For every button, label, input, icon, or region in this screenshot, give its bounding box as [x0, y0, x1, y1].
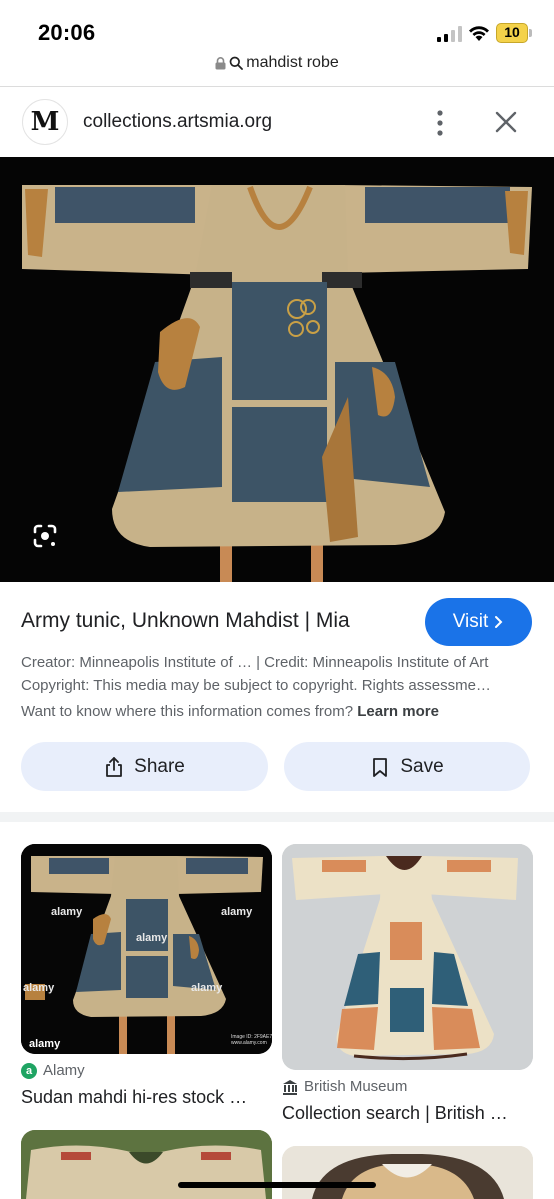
- main-image[interactable]: [0, 157, 554, 582]
- share-icon: [106, 756, 123, 777]
- result-title-british-museum[interactable]: Collection search | British …: [282, 1103, 533, 1124]
- chevron-right-icon: [495, 616, 503, 628]
- visit-label: Visit: [452, 611, 489, 632]
- battery-indicator: 10: [496, 23, 532, 43]
- alamy-watermark: alamy: [51, 906, 83, 918]
- tunic-drawing-image: [282, 1146, 533, 1199]
- site-logo[interactable]: M: [22, 99, 68, 145]
- result-title-alamy[interactable]: Sudan mahdi hi-res stock …: [21, 1087, 272, 1108]
- result-thumbnail-4[interactable]: [282, 1146, 533, 1199]
- save-button[interactable]: Save: [284, 742, 530, 791]
- search-icon: [229, 56, 244, 70]
- site-logo-mark: M: [30, 107, 60, 137]
- site-domain[interactable]: collections.artsmia.org: [83, 111, 272, 133]
- battery-level: 10: [504, 24, 520, 40]
- info-source-line: Want to know where this information come…: [21, 703, 533, 720]
- result-source-name: Alamy: [43, 1062, 85, 1079]
- section-divider: [0, 812, 554, 822]
- result-source-name: British Museum: [304, 1078, 408, 1095]
- alamy-image-id: Image ID: 2F9AE7J www.alamy.com: [231, 1034, 272, 1046]
- lock-icon: [215, 56, 226, 69]
- alamy-tunic-image: [21, 844, 272, 1054]
- bookmark-icon: [373, 757, 388, 777]
- address-bar[interactable]: mahdist robe: [0, 54, 554, 82]
- alamy-logo-icon: a: [21, 1062, 37, 1079]
- museum-icon: [283, 1079, 297, 1095]
- alamy-watermark: alamy: [136, 932, 168, 944]
- status-bar: 20:06 10: [0, 0, 554, 56]
- status-time: 20:06: [38, 20, 96, 45]
- close-icon[interactable]: [493, 109, 519, 135]
- tunic-on-grass-image: [21, 1130, 272, 1199]
- source-header: M collections.artsmia.org: [0, 87, 554, 157]
- alamy-watermark: alamy: [191, 982, 223, 994]
- result-source-alamy[interactable]: a Alamy: [21, 1062, 85, 1079]
- more-vertical-icon[interactable]: [430, 109, 450, 137]
- info-source-text: Want to know where this information come…: [21, 703, 358, 720]
- home-indicator[interactable]: [178, 1182, 376, 1188]
- british-museum-tunic-image: [282, 844, 533, 1070]
- result-thumbnail-british-museum[interactable]: [282, 844, 533, 1070]
- credit-line: Creator: Minneapolis Institute of … | Cr…: [21, 654, 489, 671]
- cellular-signal-icon: [437, 26, 462, 42]
- alamy-watermark: alamy: [23, 982, 55, 994]
- result-thumbnail-alamy[interactable]: alamy alamy alamy alamy alamy alamy Imag…: [21, 844, 272, 1054]
- save-label: Save: [400, 755, 444, 777]
- url-text: mahdist robe: [246, 54, 339, 71]
- copyright-line: Copyright: This media may be subject to …: [21, 677, 491, 694]
- share-button[interactable]: Share: [21, 742, 268, 791]
- alamy-watermark: alamy: [221, 906, 253, 918]
- alamy-watermark: alamy: [29, 1038, 61, 1050]
- battery-tip: [529, 29, 532, 37]
- wifi-icon: [469, 26, 489, 41]
- google-lens-icon[interactable]: [32, 523, 58, 549]
- result-title[interactable]: Army tunic, Unknown Mahdist | Mia: [21, 609, 411, 633]
- tunic-image: [0, 157, 554, 582]
- visit-button[interactable]: Visit: [425, 598, 532, 646]
- result-source-british-museum[interactable]: British Museum: [282, 1078, 407, 1095]
- result-thumbnail-3[interactable]: [21, 1130, 272, 1199]
- share-label: Share: [134, 755, 185, 777]
- learn-more-link[interactable]: Learn more: [357, 703, 439, 720]
- address-bar-content[interactable]: mahdist robe: [215, 54, 339, 72]
